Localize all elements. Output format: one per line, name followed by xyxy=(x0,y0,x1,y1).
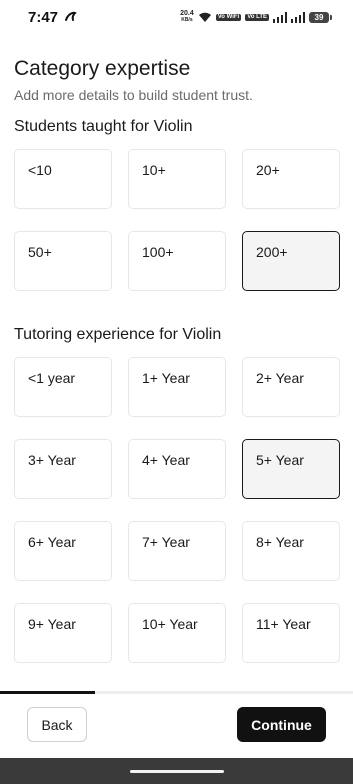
tutoring-experience-option[interactable]: 2+ Year xyxy=(242,357,340,417)
students-taught-option[interactable]: 100+ xyxy=(128,231,226,291)
network-speed: 20.4 KB/s xyxy=(180,10,194,24)
tutoring-experience-option[interactable]: 10+ Year xyxy=(128,603,226,663)
students-taught-option[interactable]: <10 xyxy=(14,149,112,209)
continue-button[interactable]: Continue xyxy=(237,707,326,742)
tutoring-experience-option[interactable]: 3+ Year xyxy=(14,439,112,499)
wifi-icon xyxy=(198,12,211,22)
tutoring-experience-option[interactable]: 4+ Year xyxy=(128,439,226,499)
status-bar: 7:47 20.4 KB/s Vo WiFi Vo LTE 39 xyxy=(0,0,353,34)
tutoring-experience-option[interactable]: 9+ Year xyxy=(14,603,112,663)
tutoring-experience-option[interactable]: 11+ Year xyxy=(242,603,340,663)
battery-icon: 39 xyxy=(309,11,332,23)
signal-sim1-icon xyxy=(273,11,287,23)
tutoring-experience-option[interactable]: 6+ Year xyxy=(14,521,112,581)
students-taught-option[interactable]: 50+ xyxy=(14,231,112,291)
page-title: Category expertise xyxy=(14,57,191,80)
system-icons: 20.4 KB/s Vo WiFi Vo LTE 39 xyxy=(180,9,332,25)
tutoring-experience-option[interactable]: 7+ Year xyxy=(128,521,226,581)
tutoring-experience-heading: Tutoring experience for Violin xyxy=(14,326,222,343)
students-taught-heading: Students taught for Violin xyxy=(14,118,193,135)
students-taught-option[interactable]: 200+ xyxy=(242,231,340,291)
tutoring-experience-option[interactable]: <1 year xyxy=(14,357,112,417)
network-speed-unit: KB/s xyxy=(181,17,193,23)
tutoring-experience-option[interactable]: 8+ Year xyxy=(242,521,340,581)
network-speed-value: 20.4 xyxy=(180,10,194,17)
students-taught-options: <10 10+ 20+ 50+ 100+ 200+ xyxy=(14,149,340,291)
volte-icon: Vo LTE xyxy=(245,13,269,21)
vowifi-icon: Vo WiFi xyxy=(215,13,242,21)
students-taught-option[interactable]: 20+ xyxy=(242,149,340,209)
tutoring-experience-option[interactable]: 1+ Year xyxy=(128,357,226,417)
tutoring-experience-options: <1 year 1+ Year 2+ Year 3+ Year 4+ Year 5+ Ye… xyxy=(14,357,340,663)
home-indicator[interactable] xyxy=(130,770,224,773)
status-time: 7:47 xyxy=(28,9,59,26)
page-subtitle: Add more details to build student trust. xyxy=(14,87,253,103)
tutoring-experience-option[interactable]: 5+ Year xyxy=(242,439,340,499)
signal-sim2-icon xyxy=(291,11,305,23)
footer: Back Continue xyxy=(0,694,353,758)
airtel-notification-icon xyxy=(65,11,77,21)
back-button[interactable]: Back xyxy=(27,707,87,742)
navigation-bar xyxy=(0,758,353,784)
students-taught-option[interactable]: 10+ xyxy=(128,149,226,209)
